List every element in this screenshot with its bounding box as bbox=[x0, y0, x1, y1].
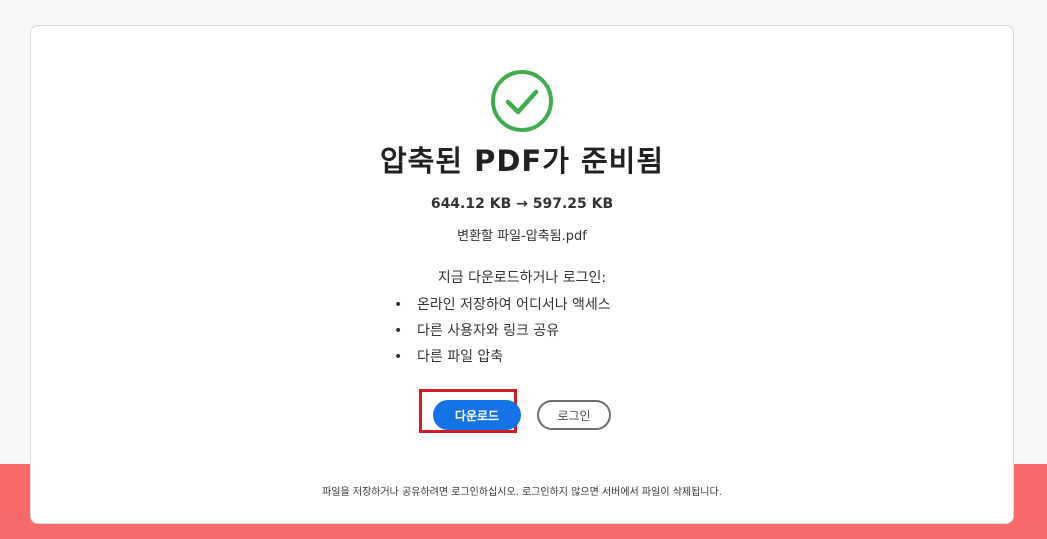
prompt-intro: 지금 다운로드하거나 로그인: bbox=[437, 270, 607, 286]
bullet-icon: • bbox=[394, 297, 403, 313]
bullet-icon: • bbox=[394, 323, 403, 339]
result-card: 압축된 PDF가 준비됨 644.12 KB → 597.25 KB 변환할 파… bbox=[30, 25, 1014, 524]
list-item: • 온라인 저장하여 어디서나 액세스 bbox=[379, 292, 611, 318]
download-button[interactable]: 다운로드 bbox=[433, 400, 521, 430]
list-item: • 다른 파일 압축 bbox=[379, 344, 611, 370]
bullet-icon: • bbox=[394, 349, 403, 365]
benefits-list: • 온라인 저장하여 어디서나 액세스 • 다른 사용자와 링크 공유 • 다른… bbox=[379, 292, 611, 370]
page-title: 압축된 PDF가 준비됨 bbox=[379, 144, 665, 178]
login-button[interactable]: 로그인 bbox=[537, 400, 611, 430]
page: 압축된 PDF가 준비됨 644.12 KB → 597.25 KB 변환할 파… bbox=[0, 0, 1047, 539]
file-size-change: 644.12 KB → 597.25 KB bbox=[430, 196, 614, 212]
benefit-text: 다른 사용자와 링크 공유 bbox=[417, 323, 560, 339]
list-item: • 다른 사용자와 링크 공유 bbox=[379, 318, 611, 344]
check-circle-icon bbox=[491, 70, 553, 132]
output-filename: 변환할 파일-압축됨.pdf bbox=[457, 229, 587, 244]
benefit-text: 다른 파일 압축 bbox=[417, 349, 504, 365]
footer-note: 파일을 저장하거나 공유하려면 로그인하십시오. 로그인하지 않으면 서버에서 … bbox=[322, 487, 722, 498]
benefit-text: 온라인 저장하여 어디서나 액세스 bbox=[417, 297, 611, 313]
